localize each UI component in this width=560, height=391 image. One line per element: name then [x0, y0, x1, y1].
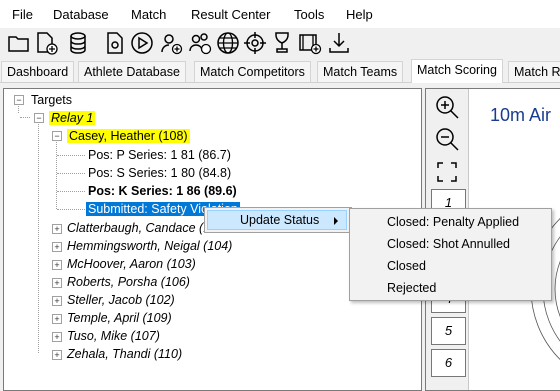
tab-match-r[interactable]: Match R — [508, 61, 560, 82]
context-menu: Update Status — [204, 207, 352, 233]
tab-athlete-database[interactable]: Athlete Database — [78, 61, 186, 82]
shot-box[interactable]: 6 — [431, 349, 466, 377]
expand-icon[interactable]: + — [52, 350, 62, 360]
menu-item-update-status[interactable]: Update Status — [207, 210, 347, 230]
tab-match-scoring[interactable]: Match Scoring — [411, 59, 503, 83]
expand-icon[interactable]: + — [52, 296, 62, 306]
tree-athlete[interactable]: Roberts, Porsha (106) — [67, 274, 190, 290]
tab-bar: Dashboard Athlete Database Match Competi… — [0, 59, 560, 83]
zoom-out-icon[interactable] — [434, 126, 460, 152]
tab-match-competitors[interactable]: Match Competitors — [194, 61, 311, 82]
file-settings-icon[interactable] — [103, 31, 127, 55]
fit-view-icon[interactable] — [434, 159, 460, 185]
zoom-in-icon[interactable] — [434, 94, 460, 120]
expand-icon[interactable]: + — [52, 242, 62, 252]
tree-athlete[interactable]: Clatterbaugh, Candace (1 — [67, 220, 210, 236]
menu-match[interactable]: Match — [131, 7, 166, 22]
status-submenu: Closed: Penalty Applied Closed: Shot Ann… — [349, 208, 552, 301]
collapse-icon[interactable]: − — [52, 131, 62, 141]
menu-database[interactable]: Database — [53, 7, 109, 22]
shot-box[interactable]: 5 — [431, 317, 466, 345]
crosshair-icon[interactable] — [243, 31, 267, 55]
menu-help[interactable]: Help — [346, 7, 373, 22]
tree-series-p[interactable]: Pos: P Series: 1 81 (86.7) — [88, 147, 231, 163]
menu-item-closed-penalty-applied[interactable]: Closed: Penalty Applied — [352, 211, 548, 233]
tree-athlete-selected[interactable]: Casey, Heather (108) — [67, 128, 190, 144]
play-icon[interactable] — [130, 31, 154, 55]
menu-item-rejected[interactable]: Rejected — [352, 277, 548, 299]
new-file-icon[interactable] — [34, 31, 58, 55]
tab-dashboard[interactable]: Dashboard — [1, 61, 75, 82]
expand-icon[interactable]: + — [52, 314, 62, 324]
tree-athlete[interactable]: McHoover, Aaron (103) — [67, 256, 196, 272]
menu-item-closed-shot-annulled[interactable]: Closed: Shot Annulled — [352, 233, 548, 255]
expand-icon[interactable]: + — [52, 224, 62, 234]
film-add-icon[interactable] — [298, 31, 322, 55]
tree-athlete[interactable]: Zehala, Thandi (110) — [67, 346, 182, 362]
tab-match-teams[interactable]: Match Teams — [317, 61, 404, 82]
expand-icon[interactable]: + — [52, 278, 62, 288]
submenu-arrow-icon — [334, 217, 338, 225]
toolbar — [0, 28, 560, 60]
tree-relay[interactable]: Relay 1 — [49, 110, 96, 126]
expand-icon[interactable]: + — [52, 260, 62, 270]
tree-series-s[interactable]: Pos: S Series: 1 80 (84.8) — [88, 165, 231, 181]
tree-root-targets[interactable]: Targets — [31, 92, 72, 108]
trophy-icon[interactable] — [270, 31, 294, 55]
target-title: 10m Air — [490, 105, 552, 125]
database-icon[interactable] — [66, 31, 90, 55]
menu-file[interactable]: File — [12, 7, 33, 22]
persons-icon[interactable] — [188, 31, 212, 55]
add-person-icon[interactable] — [159, 31, 183, 55]
tree-series-k[interactable]: Pos: K Series: 1 86 (89.6) — [88, 183, 237, 199]
download-icon[interactable] — [327, 31, 351, 55]
expand-icon[interactable]: + — [52, 332, 62, 342]
collapse-icon[interactable]: − — [14, 95, 24, 105]
menu-bar: File Database Match Result Center Tools … — [0, 0, 560, 28]
tree-athlete[interactable]: Temple, April (109) — [67, 310, 172, 326]
folder-open-icon[interactable] — [7, 31, 31, 55]
collapse-icon[interactable]: − — [34, 113, 44, 123]
globe-icon[interactable] — [216, 31, 240, 55]
tree-athlete[interactable]: Steller, Jacob (102) — [67, 292, 175, 308]
menu-tools[interactable]: Tools — [294, 7, 324, 22]
tree-athlete[interactable]: Tuso, Mike (107) — [67, 328, 160, 344]
tree-athlete[interactable]: Hemmingsworth, Neigal (104) — [67, 238, 232, 254]
menu-result-center[interactable]: Result Center — [191, 7, 270, 22]
menu-item-closed[interactable]: Closed — [352, 255, 548, 277]
